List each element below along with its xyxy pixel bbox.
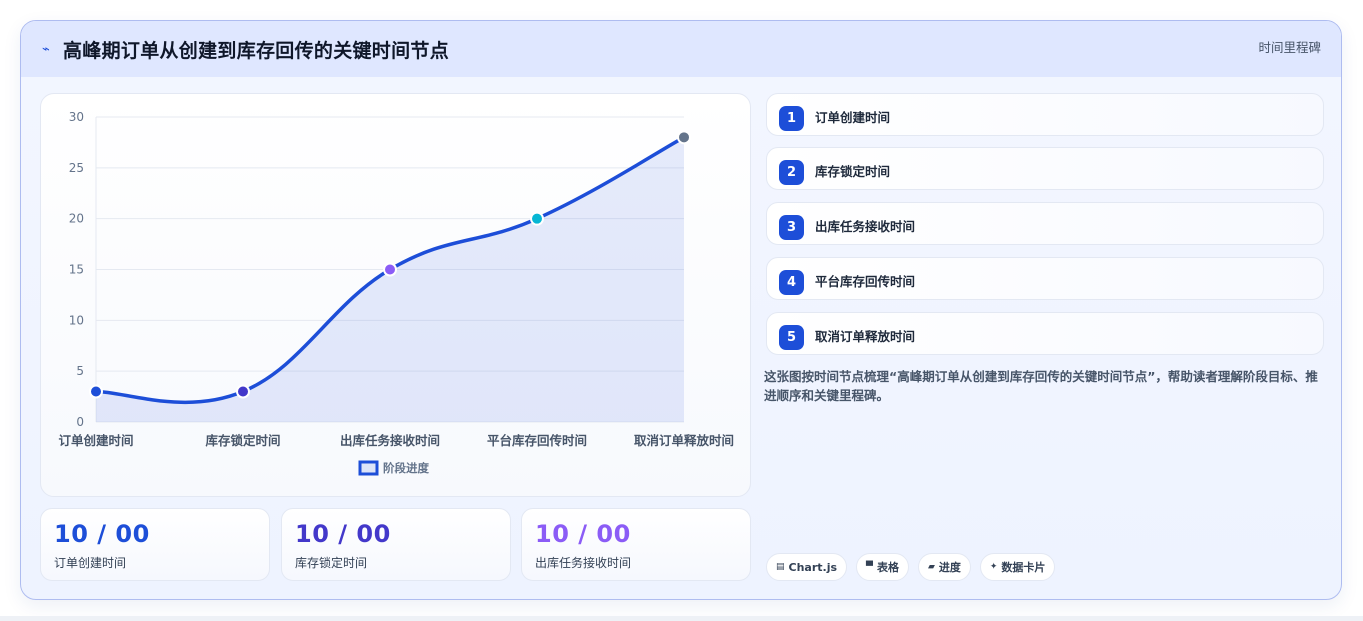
y-tick-label: 5	[76, 364, 84, 378]
y-tick-label: 15	[69, 263, 84, 277]
progress-icon: ▰	[927, 562, 935, 572]
milestone-item-3[interactable]: 3 出库任务接收时间	[766, 202, 1324, 245]
tag-data-card[interactable]: ✦ 数据卡片	[979, 553, 1056, 581]
stat-value: 10 / 00	[535, 520, 631, 548]
card-header: ⌁ 高峰期订单从创建到库存回传的关键时间节点 时间里程碑	[21, 21, 1341, 77]
tag-label: Chart.js	[788, 560, 838, 574]
tag-progress[interactable]: ▰ 进度	[917, 553, 971, 581]
data-point	[89, 384, 103, 399]
milestone-number: 1	[779, 106, 804, 131]
y-tick-label: 0	[76, 415, 84, 429]
tech-tags: ▤ Chart.js ▀ 表格 ▰ 进度 ✦ 数据卡片	[766, 553, 1056, 581]
stat-value: 10 / 00	[54, 520, 150, 548]
milestone-item-4[interactable]: 4 平台库存回传时间	[766, 257, 1324, 300]
legend-swatch	[358, 460, 379, 476]
page-title: 高峰期订单从创建到库存回传的关键时间节点	[63, 40, 450, 62]
stat-card-3: 10 / 00 出库任务接收时间	[521, 508, 751, 581]
data-point	[236, 384, 250, 399]
milestone-number: 3	[779, 215, 804, 240]
tag-table[interactable]: ▀ 表格	[856, 553, 909, 581]
tag-label: 表格	[876, 561, 899, 574]
stat-card-2: 10 / 00 库存锁定时间	[281, 508, 511, 581]
page: ⌁ 高峰期订单从创建到库存回传的关键时间节点 时间里程碑 0 5 10 15 20 25 3…	[0, 0, 1363, 621]
x-tick-label: 平台库存回传时间	[487, 433, 587, 448]
milestone-label: 订单创建时间	[815, 110, 891, 125]
milestone-label: 平台库存回传时间	[815, 274, 916, 289]
tag-label: 数据卡片	[1001, 561, 1046, 574]
tag-label: 进度	[938, 561, 961, 574]
x-tick-label: 库存锁定时间	[205, 433, 280, 448]
bottom-band	[0, 616, 1363, 621]
table-icon: ▀	[866, 562, 873, 572]
stat-label: 出库任务接收时间	[535, 556, 632, 570]
milestone-item-1[interactable]: 1 订单创建时间	[766, 93, 1324, 136]
series-area-fill	[96, 137, 684, 423]
data-point	[677, 130, 691, 145]
milestone-number: 5	[779, 325, 804, 350]
y-tick-label: 10	[69, 313, 84, 327]
header-tag: 时间里程碑	[1258, 40, 1321, 55]
pulse-icon: ⌁	[42, 42, 50, 57]
data-point	[383, 262, 397, 277]
chart-panel: 0 5 10 15 20 25 30 订单创建时间 库存锁定时间 出库任务接收时间 平台库存回传时间…	[40, 93, 751, 497]
milestone-label: 库存锁定时间	[815, 164, 891, 179]
chart-description: 这张图按时间节点梳理“高峰期订单从创建到库存回传的关键时间节点”，帮助读者理解阶…	[764, 369, 1318, 403]
tag-chartjs[interactable]: ▤ Chart.js	[766, 553, 848, 581]
line-chart: 0 5 10 15 20 25 30 订单创建时间 库存锁定时间 出库任务接收时间 平台库存回传时间…	[58, 110, 734, 476]
y-tick-label: 20	[69, 212, 84, 226]
legend-label: 阶段进度	[383, 461, 429, 475]
milestone-item-2[interactable]: 2 库存锁定时间	[766, 147, 1324, 190]
chart-icon: ▤	[776, 562, 785, 572]
x-tick-label: 取消订单释放时间	[634, 433, 734, 448]
stat-label: 订单创建时间	[54, 556, 127, 570]
milestone-item-5[interactable]: 5 取消订单释放时间	[766, 312, 1324, 355]
data-point	[530, 211, 544, 226]
milestone-number: 4	[779, 270, 804, 295]
sparkle-icon: ✦	[989, 562, 998, 572]
milestone-label: 出库任务接收时间	[815, 219, 916, 234]
y-tick-label: 30	[69, 110, 84, 124]
stat-value: 10 / 00	[295, 520, 391, 548]
y-tick-label: 25	[69, 161, 84, 175]
stat-card-1: 10 / 00 订单创建时间	[40, 508, 270, 581]
x-tick-label: 出库任务接收时间	[340, 433, 440, 448]
x-tick-label: 订单创建时间	[58, 433, 133, 448]
milestone-label: 取消订单释放时间	[815, 329, 916, 344]
milestone-number: 2	[779, 160, 804, 185]
timeline-card: ⌁ 高峰期订单从创建到库存回传的关键时间节点 时间里程碑 0 5 10 15 20 25 3…	[20, 20, 1342, 600]
stat-label: 库存锁定时间	[295, 556, 368, 570]
